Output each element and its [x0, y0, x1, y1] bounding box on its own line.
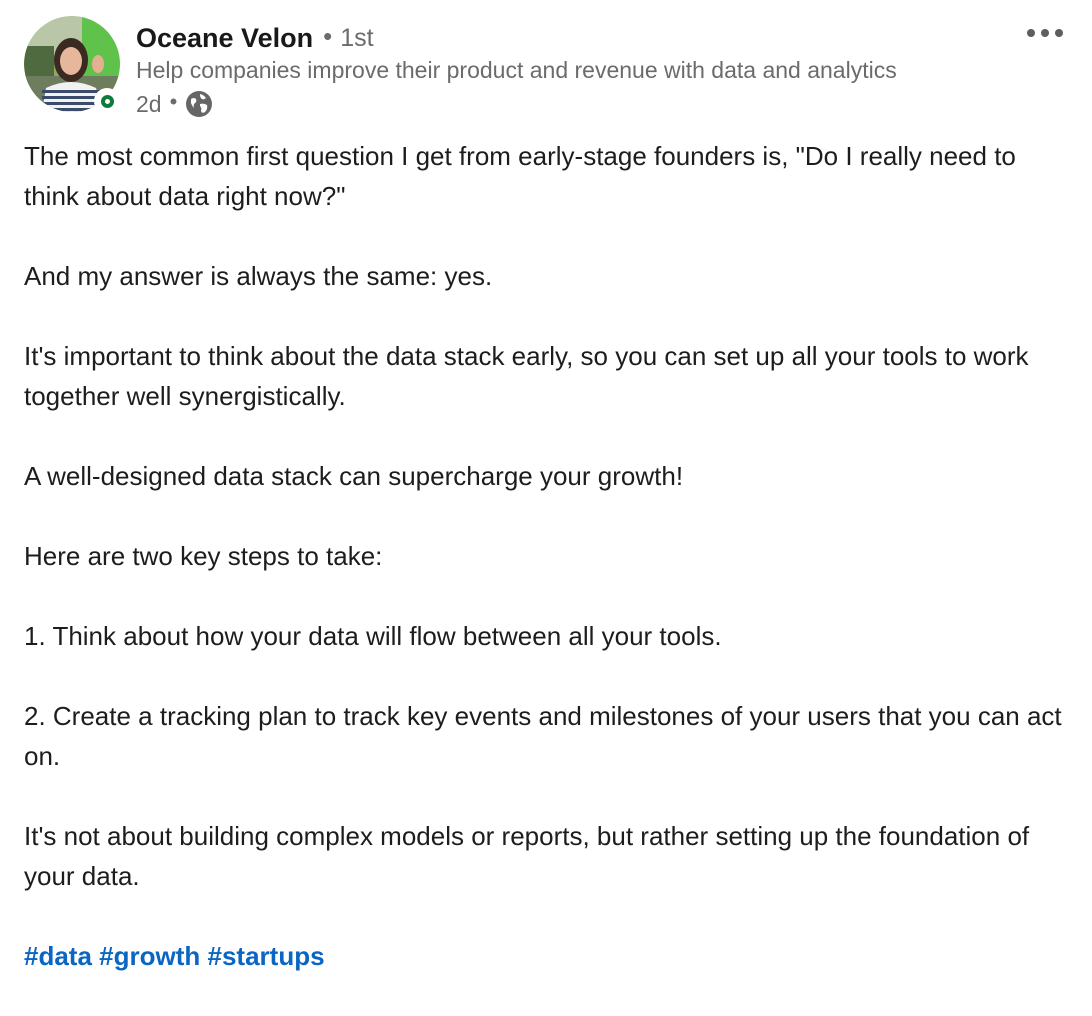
post-paragraph: And my answer is always the same: yes. [24, 261, 493, 291]
post-paragraph: The most common first question I get fro… [24, 141, 1016, 211]
hashtag-list: #data #growth #startups [24, 936, 1070, 976]
hashtag-growth[interactable]: #growth [99, 941, 200, 971]
more-options-icon[interactable] [1018, 18, 1072, 48]
online-status-ring [100, 94, 114, 108]
author-avatar-container[interactable] [24, 16, 120, 114]
hashtag-startups[interactable]: #startups [208, 941, 325, 971]
online-status-icon [94, 88, 120, 114]
name-separator: • [323, 20, 333, 51]
feed-post: Oceane Velon • 1st Help companies improv… [0, 0, 1092, 986]
post-paragraph: It's important to think about the data s… [24, 341, 1029, 411]
more-dot [1041, 29, 1049, 37]
author-headline: Help companies improve their product and… [136, 57, 897, 83]
more-dot [1027, 29, 1035, 37]
meta-separator: • [169, 89, 178, 114]
post-meta: 2d • [136, 88, 213, 120]
post-paragraph: It's not about building complex models o… [24, 821, 1030, 891]
post-text: The most common first question I get fro… [24, 136, 1070, 1016]
post-paragraph: 2. Create a tracking plan to track key e… [24, 701, 1062, 771]
connection-degree: 1st [340, 23, 374, 52]
globe-icon [186, 91, 213, 117]
author-name-row: Oceane Velon • 1st [136, 20, 374, 56]
post-paragraph: A well-designed data stack can superchar… [24, 461, 684, 491]
post-paragraph: 1. Think about how your data will flow b… [24, 621, 722, 651]
more-dot [1055, 29, 1063, 37]
post-paragraph: Here are two key steps to take: [24, 541, 383, 571]
post-time: 2d [136, 90, 162, 117]
hashtag-data[interactable]: #data [24, 941, 92, 971]
author-name[interactable]: Oceane Velon [136, 23, 313, 54]
